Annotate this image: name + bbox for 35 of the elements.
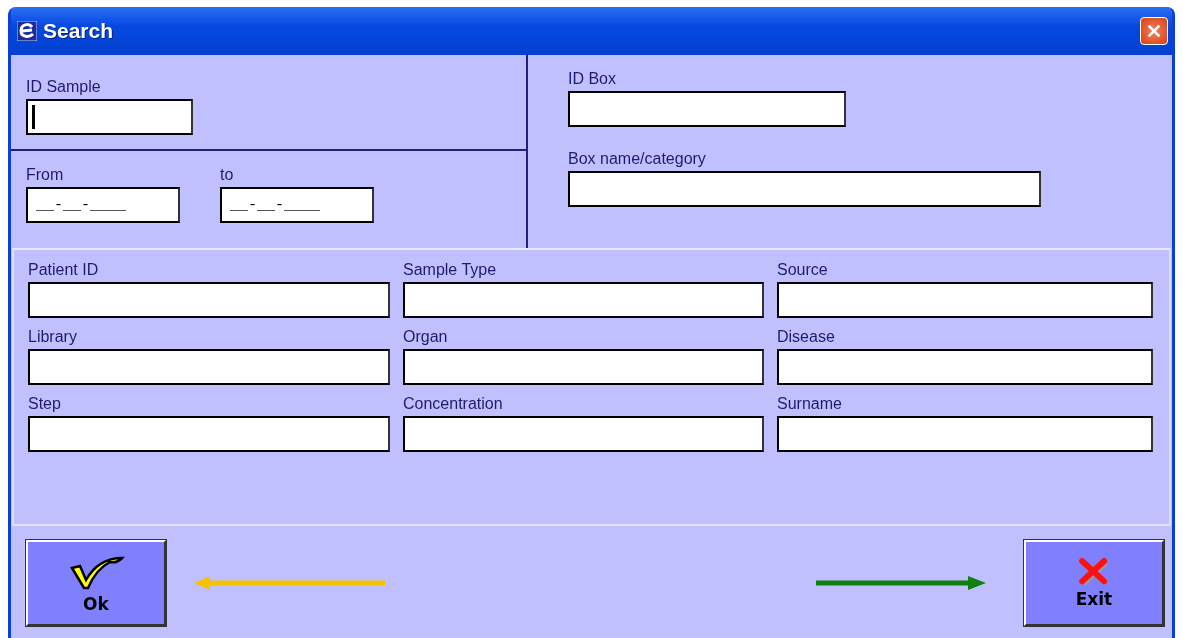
input-field[interactable] xyxy=(568,171,1041,207)
window-title: Search xyxy=(43,19,114,43)
input-field[interactable] xyxy=(403,349,764,385)
input-field[interactable] xyxy=(28,416,390,452)
field-label: Box name/category xyxy=(568,149,706,169)
close-icon xyxy=(1145,22,1163,40)
field-label: Library xyxy=(28,327,78,347)
field-label: Source xyxy=(777,260,829,280)
field-label: ID Box xyxy=(568,69,616,89)
field-label: Organ xyxy=(403,327,449,347)
input-field[interactable] xyxy=(28,349,390,385)
input-field[interactable] xyxy=(777,282,1153,318)
field-label: Concentration xyxy=(403,394,504,414)
ok-button[interactable]: Ok xyxy=(26,540,166,626)
cross-icon xyxy=(1077,557,1111,587)
field-label: From xyxy=(26,165,64,185)
exit-button[interactable]: Exit xyxy=(1024,540,1164,626)
close-button[interactable] xyxy=(1140,17,1168,45)
field-label: to xyxy=(220,165,234,185)
field-label: Patient ID xyxy=(28,260,100,280)
field-label: ID Sample xyxy=(26,77,101,97)
input-field[interactable] xyxy=(26,99,193,135)
field-label: Step xyxy=(28,394,62,414)
field-label: Sample Type xyxy=(403,260,498,280)
field-label: Disease xyxy=(777,327,836,347)
input-field[interactable] xyxy=(28,282,390,318)
input-field[interactable] xyxy=(403,282,764,318)
input-field[interactable] xyxy=(568,91,846,127)
field-label: Surname xyxy=(777,394,843,414)
input-field[interactable] xyxy=(777,416,1153,452)
input-field[interactable] xyxy=(403,416,764,452)
date-field[interactable]: __-__-____ xyxy=(220,187,374,223)
input-field[interactable] xyxy=(777,349,1153,385)
date-field[interactable]: __-__-____ xyxy=(26,187,180,223)
app-icon xyxy=(17,21,37,41)
